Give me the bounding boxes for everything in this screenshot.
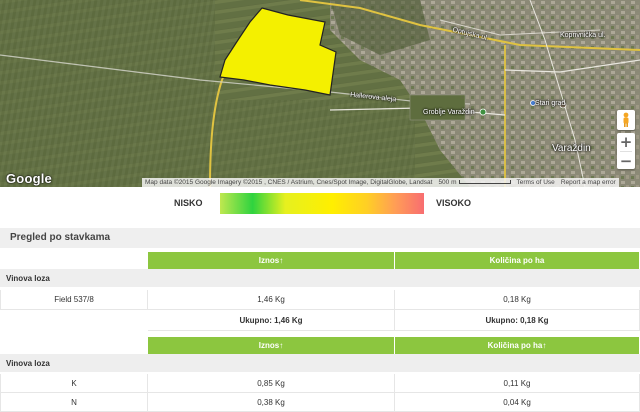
group-label: Vinova loza <box>0 269 148 287</box>
place-label-groblje: Groblje Varaždin <box>423 109 475 116</box>
items-table-1: Iznos↑ Količina po ha Vinova loza Field … <box>0 252 640 331</box>
header-amount-sortable[interactable]: Iznos↑ <box>148 337 395 354</box>
google-logo: Google <box>6 171 52 186</box>
header-per-ha[interactable]: Količina po ha <box>395 252 640 269</box>
items-table-2: Iznos↑ Količina po ha↑ Vinova loza K 0,8… <box>0 337 640 412</box>
table-header-row: Iznos↑ Količina po ha <box>0 252 640 269</box>
group-row: Vinova loza <box>0 269 640 287</box>
satellite-map[interactable]: Optujska ul. Koprivnička ul. Hallerova a… <box>0 0 640 187</box>
row-name: Field 537/8 <box>0 290 148 310</box>
map-imagery <box>0 0 640 187</box>
attribution-text: Map data ©2015 Google Imagery ©2015 , CN… <box>145 179 433 186</box>
legend-high-label: VISOKO <box>436 198 472 208</box>
zoom-out-button[interactable]: − <box>617 152 635 170</box>
table-header-row: Iznos↑ Količina po ha↑ <box>0 337 640 354</box>
table-row: K 0,85 Kg 0,11 Kg <box>0 374 640 393</box>
scale-bar <box>458 180 511 185</box>
row-amount: 1,46 Kg <box>148 290 395 310</box>
group-label: Vinova loza <box>0 354 148 372</box>
map-attribution-bar: Map data ©2015 Google Imagery ©2015 , CN… <box>142 178 619 187</box>
header-per-ha-sortable[interactable]: Količina po ha↑ <box>395 337 640 354</box>
legend-low-label: NISKO <box>174 198 203 208</box>
row-per-ha: 0,04 Kg <box>395 393 640 412</box>
intensity-legend: NISKO VISOKO <box>0 190 640 218</box>
row-name: K <box>0 374 148 393</box>
terms-link[interactable]: Terms of Use <box>514 178 558 187</box>
header-empty-cell <box>0 252 148 269</box>
group-row-fill <box>148 269 640 287</box>
city-label: Varaždin <box>552 143 591 154</box>
pegman-icon <box>623 112 629 127</box>
pegman-button[interactable] <box>617 110 635 130</box>
row-amount: 0,38 Kg <box>148 393 395 412</box>
legend-gradient-bar <box>220 193 424 214</box>
table-row: Field 537/8 1,46 Kg 0,18 Kg <box>0 290 640 310</box>
street-label-koprivnicka: Koprivnička ul. <box>560 32 606 39</box>
row-per-ha: 0,11 Kg <box>395 374 640 393</box>
zoom-in-button[interactable]: + <box>617 133 635 151</box>
header-amount-sortable[interactable]: Iznos↑ <box>148 252 395 269</box>
row-name: N <box>0 393 148 412</box>
header-empty-cell <box>0 337 148 354</box>
total-per-ha: Ukupno: 0,18 Kg <box>395 310 640 331</box>
group-row: Vinova loza <box>0 354 640 372</box>
place-label-stari-grad: Stari grad <box>535 100 566 107</box>
total-empty-cell <box>0 310 148 331</box>
total-row: Ukupno: 1,46 Kg Ukupno: 0,18 Kg <box>0 310 640 331</box>
scale-label: 500 m <box>435 178 513 187</box>
section-title: Pregled po stavkama <box>0 228 640 248</box>
row-per-ha: 0,18 Kg <box>395 290 640 310</box>
row-amount: 0,85 Kg <box>148 374 395 393</box>
total-amount: Ukupno: 1,46 Kg <box>148 310 395 331</box>
report-error-link[interactable]: Report a map error <box>558 178 619 187</box>
group-row-fill <box>148 354 640 372</box>
zoom-control: + − <box>617 133 635 170</box>
table-row: N 0,38 Kg 0,04 Kg <box>0 393 640 412</box>
